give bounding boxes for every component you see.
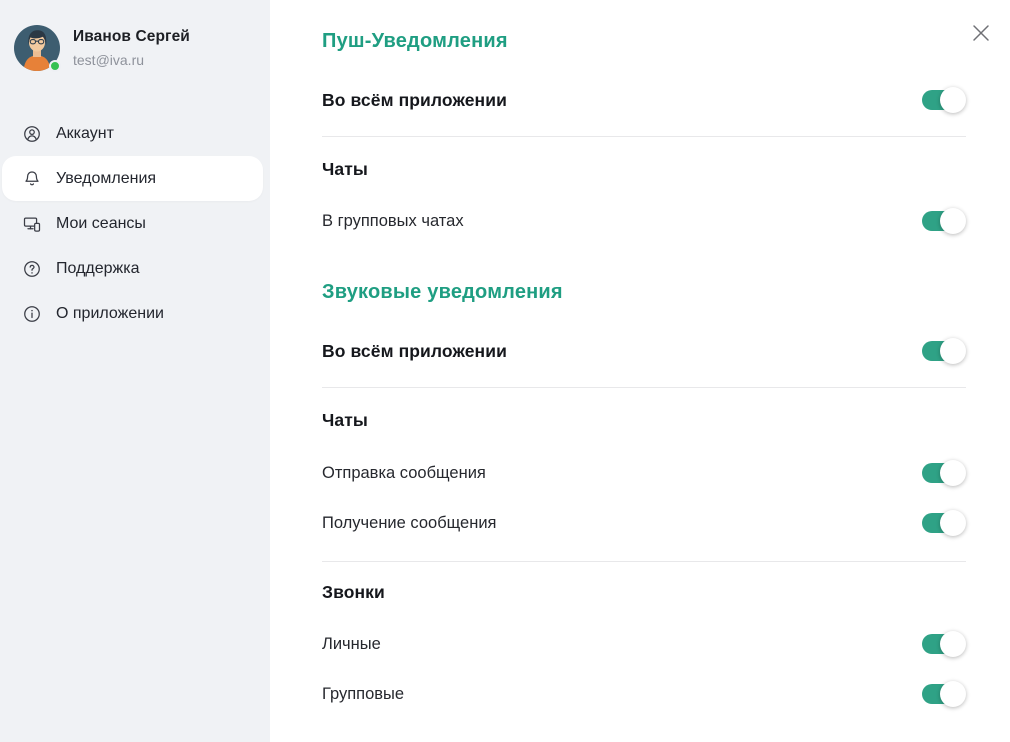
toggle-push-group-chats[interactable] (922, 211, 964, 231)
sidebar-item-support[interactable]: Поддержка (2, 246, 263, 291)
user-text: Иванов Сергей test@iva.ru (73, 28, 190, 68)
setting-label: Личные (322, 635, 381, 654)
push-notifications-title: Пуш-Уведомления (322, 28, 966, 54)
toggle-send-message[interactable] (922, 463, 964, 483)
notifications-panel: Пуш-Уведомления Во всём приложении Чаты … (270, 0, 1010, 742)
devices-icon (22, 214, 42, 234)
toggle-personal-calls[interactable] (922, 634, 964, 654)
settings-window: Иванов Сергей test@iva.ru Аккаунт (0, 0, 1010, 742)
info-icon (22, 304, 42, 324)
divider (322, 136, 966, 137)
toggle-knob (940, 460, 966, 486)
toggle-knob (940, 208, 966, 234)
account-icon (22, 124, 42, 144)
online-status-dot (49, 60, 61, 72)
toggle-sound-global[interactable] (922, 341, 964, 361)
setting-row-push-global: Во всём приложении (322, 86, 966, 114)
setting-label: Получение сообщения (322, 514, 496, 533)
setting-row-push-group-chats: В групповых чатах (322, 207, 966, 235)
user-email: test@iva.ru (73, 52, 190, 68)
bell-icon (22, 169, 42, 189)
setting-row-receive-message: Получение сообщения (322, 509, 966, 537)
sidebar: Иванов Сергей test@iva.ru Аккаунт (0, 0, 270, 742)
sidebar-item-label: Мои сеансы (56, 215, 146, 233)
sidebar-item-sessions[interactable]: Мои сеансы (2, 201, 263, 246)
toggle-knob (940, 631, 966, 657)
sidebar-item-label: Уведомления (56, 170, 156, 188)
sound-chats-heading: Чаты (322, 408, 966, 432)
sidebar-item-label: Аккаунт (56, 125, 114, 143)
setting-label: Групповые (322, 685, 404, 704)
sidebar-item-label: О приложении (56, 305, 164, 323)
setting-row-send-message: Отправка сообщения (322, 459, 966, 487)
setting-label: Отправка сообщения (322, 464, 486, 483)
setting-row-group-calls: Групповые (322, 680, 966, 708)
sidebar-item-about[interactable]: О приложении (2, 291, 263, 336)
user-profile: Иванов Сергей test@iva.ru (0, 0, 270, 93)
divider (322, 387, 966, 388)
toggle-knob (940, 681, 966, 707)
setting-label: В групповых чатах (322, 212, 464, 231)
toggle-push-global[interactable] (922, 90, 964, 110)
sound-notifications-title: Звуковые уведомления (322, 279, 966, 305)
help-icon (22, 259, 42, 279)
sidebar-item-label: Поддержка (56, 260, 139, 278)
sidebar-item-notifications[interactable]: Уведомления (2, 156, 263, 201)
avatar (14, 25, 60, 71)
setting-label: Во всём приложении (322, 90, 507, 111)
push-chats-heading: Чаты (322, 157, 966, 181)
sidebar-menu: Аккаунт Уведомления (0, 111, 270, 336)
toggle-knob (940, 87, 966, 113)
toggle-receive-message[interactable] (922, 513, 964, 533)
calls-heading: Звонки (322, 580, 966, 604)
divider (322, 561, 966, 562)
sidebar-item-account[interactable]: Аккаунт (2, 111, 263, 156)
close-icon (970, 22, 992, 44)
toggle-knob (940, 338, 966, 364)
toggle-group-calls[interactable] (922, 684, 964, 704)
user-name: Иванов Сергей (73, 28, 190, 46)
toggle-knob (940, 510, 966, 536)
setting-row-personal-calls: Личные (322, 630, 966, 658)
setting-label: Во всём приложении (322, 341, 507, 362)
close-button[interactable] (968, 20, 994, 46)
setting-row-sound-global: Во всём приложении (322, 337, 966, 365)
